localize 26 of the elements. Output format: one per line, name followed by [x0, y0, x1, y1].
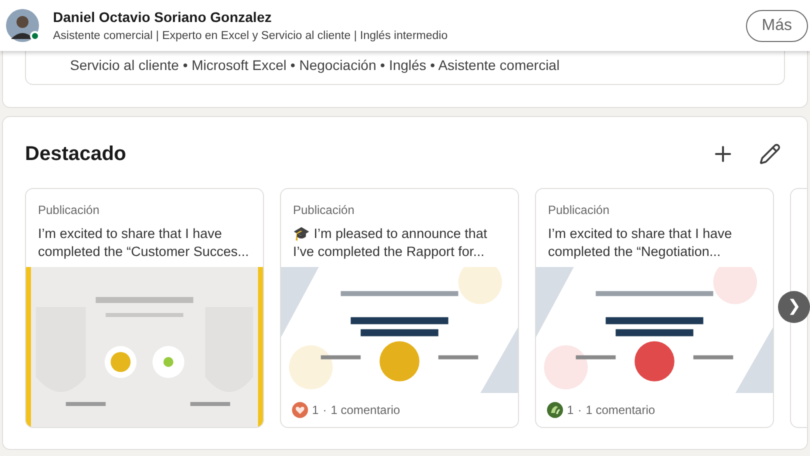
reaction-count: 1 [567, 402, 574, 420]
post-text-line: I’m excited to share that I have [38, 225, 222, 243]
reaction-count: 1 [312, 402, 319, 420]
profile-headline: Asistente comercial | Experto en Excel y Servicio al cliente | Inglés intermedio [53, 28, 449, 44]
separator: · [578, 402, 582, 420]
post-text-line: completed the “Negotiation... [548, 243, 721, 261]
edit-icon[interactable] [759, 143, 781, 165]
next-button[interactable]: ❯ [778, 291, 810, 323]
post-text-line: completed the “Customer Succes... [38, 243, 249, 261]
comment-count: 1 comentario [330, 402, 400, 420]
card-label: Publicación [38, 202, 100, 218]
featured-card[interactable]: Publicación 🎓 I’m pleased to announce that I’ve completed the Rapport for... 1 · 1 comentario [280, 188, 519, 428]
card-label: Publicación [548, 202, 610, 218]
profile-name: Daniel Octavio Soriano Gonzalez [53, 8, 273, 26]
section-title: Destacado [25, 142, 128, 167]
featured-card[interactable]: Publicación I’m excited to share that I have completed the “Negotiation... 1 · 1 comentario [535, 188, 774, 428]
more-button[interactable]: Más [746, 10, 808, 42]
post-text-line: I’ve completed the Rapport for... [293, 243, 484, 261]
card-label: Publicación [293, 202, 356, 218]
post-text-line: 🎓 I’m pleased to announce that [293, 225, 488, 243]
post-text-line: I’m excited to share that I have [548, 225, 732, 243]
skills-list: Servicio al cliente • Microsoft Excel • Negociación • Inglés • Asistente comercial [70, 57, 560, 73]
comment-count: 1 comentario [586, 402, 656, 420]
avatar [6, 9, 39, 42]
featured-card[interactable]: Publicación I’m excited to share that I have completed the “Customer Succes... [25, 188, 264, 428]
separator: · [322, 402, 327, 420]
